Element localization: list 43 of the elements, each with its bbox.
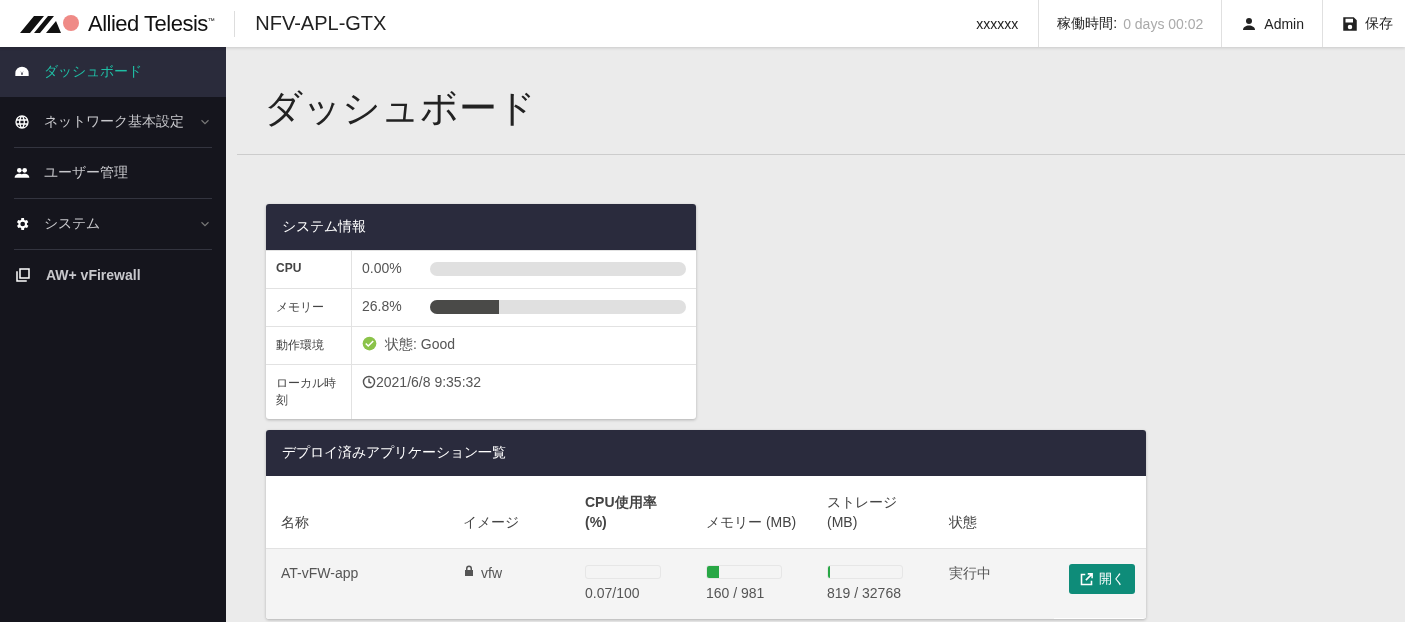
product-name: NFV-APL-GTX — [255, 12, 387, 35]
sidebar-item[interactable]: AW+ vFirewall — [14, 250, 212, 300]
meter-value: 0.00% — [362, 260, 403, 276]
usage-value: 0.07/100 — [585, 585, 641, 601]
page-title: ダッシュボード — [263, 86, 537, 131]
usage-value: 160 / 981 — [706, 585, 766, 601]
sidebar-item[interactable]: ユーザー管理 — [14, 148, 212, 199]
external-link-icon — [1079, 571, 1094, 587]
column-header: 名称 — [281, 513, 309, 532]
sidebar-item[interactable]: システム — [14, 199, 212, 250]
card-title: システム情報 — [266, 204, 696, 250]
info-label: CPU — [266, 251, 352, 288]
info-label: ローカル時刻 — [266, 365, 352, 419]
meter-value: 26.8% — [362, 298, 403, 314]
check-circle-icon — [362, 336, 377, 351]
app-status: 実行中 — [949, 565, 991, 581]
host-name: xxxxxx — [975, 15, 1020, 32]
users-icon — [14, 165, 30, 181]
open-button[interactable]: 開く — [1069, 564, 1135, 594]
sidebar-item[interactable]: ダッシュボード — [0, 47, 226, 97]
column-header: 状態 — [949, 513, 977, 532]
column-header: ストレージ (MB) — [827, 493, 898, 532]
brand-name: Allied Telesis$^{™}$ — [88, 10, 215, 37]
usage-value: 819 / 32768 — [827, 585, 902, 601]
windows-icon — [14, 266, 32, 284]
info-label: 動作環境 — [266, 327, 352, 364]
sidebar-item[interactable]: ネットワーク基本設定 — [14, 97, 212, 148]
user-button[interactable]: Admin — [1221, 0, 1322, 47]
save-button[interactable]: 保存 — [1322, 0, 1405, 47]
logo-icon — [20, 13, 82, 34]
column-header: イメージ — [463, 513, 519, 532]
app-name: AT-vFW-app — [281, 565, 359, 581]
gear-icon — [14, 216, 30, 232]
info-label: メモリー — [266, 289, 352, 326]
column-header: メモリー (MB) — [706, 513, 797, 532]
card-title: デプロイ済みアプリケーション一覧 — [266, 430, 1146, 476]
column-header: CPU使用率 (%) — [585, 493, 658, 532]
lock-icon — [463, 565, 475, 577]
globe-icon — [14, 114, 30, 130]
clock-icon — [362, 375, 376, 389]
status-text: 状態: Good — [385, 336, 456, 354]
local-time: 2021/6/8 9:35:32 — [376, 374, 482, 390]
image-name: vfw — [481, 565, 502, 581]
